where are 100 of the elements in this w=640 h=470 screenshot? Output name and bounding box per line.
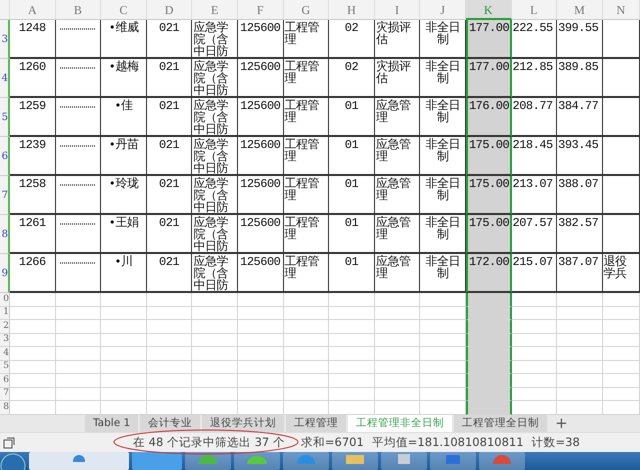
empty-cell (374, 293, 420, 306)
table-cell: 应急学院（含中日防 (192, 137, 238, 176)
filter-status: 在 48 个记录中筛选出 37 个 (133, 435, 285, 450)
column-header[interactable]: F (238, 0, 284, 20)
empty-cell (329, 360, 375, 374)
table-cell: 1260 (10, 59, 56, 98)
empty-cell (56, 334, 102, 347)
column-header[interactable]: E (192, 0, 238, 20)
column-header[interactable]: D (146, 0, 192, 20)
taskbar-button[interactable] (479, 452, 525, 470)
taskbar-button[interactable] (381, 452, 427, 470)
column-header[interactable]: A (10, 0, 56, 20)
empty-cell (146, 347, 192, 360)
empty-cell (146, 388, 192, 401)
column-header[interactable]: H (329, 0, 375, 20)
empty-cell (238, 374, 284, 388)
taskbar-button[interactable] (283, 452, 329, 470)
sum-status: 求和=6701 (300, 435, 364, 450)
empty-cell (602, 176, 640, 215)
column-header[interactable]: N (602, 0, 640, 20)
table-cell: 应急管理 (374, 176, 420, 215)
empty-cell (56, 306, 102, 320)
empty-cell (374, 388, 420, 401)
empty-cell (557, 360, 603, 374)
column-header[interactable]: J (420, 0, 466, 20)
table-cell: 175.00 (466, 137, 512, 176)
empty-cell (192, 306, 238, 320)
sheet-tab[interactable]: Table 1 (85, 415, 138, 432)
empty-cell (329, 347, 375, 360)
row-number[interactable]: 6 (2, 150, 8, 162)
table-cell: 021 (146, 176, 192, 215)
table-cell: 125600 (238, 59, 284, 98)
table-cell: 工程管理 (284, 254, 330, 293)
sheet-tab[interactable]: 退役学兵计划 (202, 415, 284, 432)
row-number[interactable]: 5 (2, 112, 8, 122)
empty-cell (146, 293, 192, 306)
column-header[interactable]: C (101, 0, 147, 20)
table-cell: 工程管理 (284, 176, 330, 215)
column-header[interactable]: B (56, 0, 102, 20)
average-status: 平均值=181.10810810811 (372, 435, 524, 450)
column-header[interactable]: L (512, 0, 558, 20)
column-header[interactable]: I (374, 0, 420, 20)
empty-cell (602, 388, 640, 401)
empty-cell (101, 360, 147, 374)
empty-cell (56, 374, 102, 388)
table-cell: 175.00 (466, 176, 512, 215)
taskbar-button[interactable] (430, 452, 476, 470)
taskbar-button[interactable] (132, 452, 182, 470)
table-cell: 1266 (10, 254, 56, 293)
sheet-tab[interactable]: 会计专业 (140, 415, 200, 432)
column-header[interactable]: G (284, 0, 330, 20)
table-cell: 工程管理 (284, 59, 330, 98)
row-number[interactable]: 8 (2, 228, 8, 240)
table-cell: 399.55 (557, 20, 603, 59)
row-number[interactable]: 4 (2, 72, 8, 84)
select-all-corner[interactable] (0, 0, 10, 20)
macro-icon[interactable] (3, 436, 15, 448)
empty-cell (56, 388, 102, 401)
table-cell: 工程管理 (284, 98, 330, 137)
taskbar-button[interactable] (234, 452, 280, 470)
empty-cell (602, 374, 640, 388)
row-number[interactable]: 3 (2, 34, 8, 44)
empty-cell (238, 334, 284, 347)
table-cell: 021 (146, 98, 192, 137)
empty-cell (146, 334, 192, 347)
sheet-tab[interactable]: 工程管理全日制 (454, 415, 548, 432)
table-cell: 387.07 (557, 254, 603, 293)
table-cell: 213.07 (512, 176, 558, 215)
empty-cell (284, 306, 330, 320)
empty-cell (192, 360, 238, 374)
empty-cell (602, 360, 640, 374)
table-cell: 021 (146, 59, 192, 98)
app-icon (443, 452, 463, 464)
empty-cell (329, 388, 375, 401)
row-number[interactable]: 7 (2, 190, 8, 200)
table-cell: 125600 (238, 137, 284, 176)
table-cell: 应急管理 (374, 215, 420, 254)
add-sheet-button[interactable]: + (549, 415, 574, 432)
table-cell: 222.55 (512, 20, 558, 59)
taskbar-button[interactable] (185, 452, 231, 470)
taskbar-button[interactable] (332, 452, 378, 470)
sheet-tab[interactable]: 工程管理非全日制 (348, 415, 452, 432)
empty-cell (146, 374, 192, 388)
row-number[interactable]: 9 (2, 268, 8, 278)
table-cell: 382.57 (557, 215, 603, 254)
empty-cell (374, 347, 420, 360)
table-cell: •维威 (101, 20, 147, 59)
taskbar-button[interactable] (29, 452, 129, 470)
empty-cell (284, 320, 330, 334)
empty-cell (192, 293, 238, 306)
empty-cell (101, 306, 147, 320)
column-header[interactable]: K (466, 0, 512, 20)
empty-cell (329, 306, 375, 320)
empty-cell (146, 306, 192, 320)
empty-cell (602, 98, 640, 137)
table-cell: 172.00 (466, 254, 512, 293)
sheet-tab[interactable]: 工程管理 (286, 415, 346, 432)
table-cell: •丹苗 (101, 137, 147, 176)
start-orb-icon[interactable] (0, 452, 26, 470)
column-header[interactable]: M (557, 0, 603, 20)
